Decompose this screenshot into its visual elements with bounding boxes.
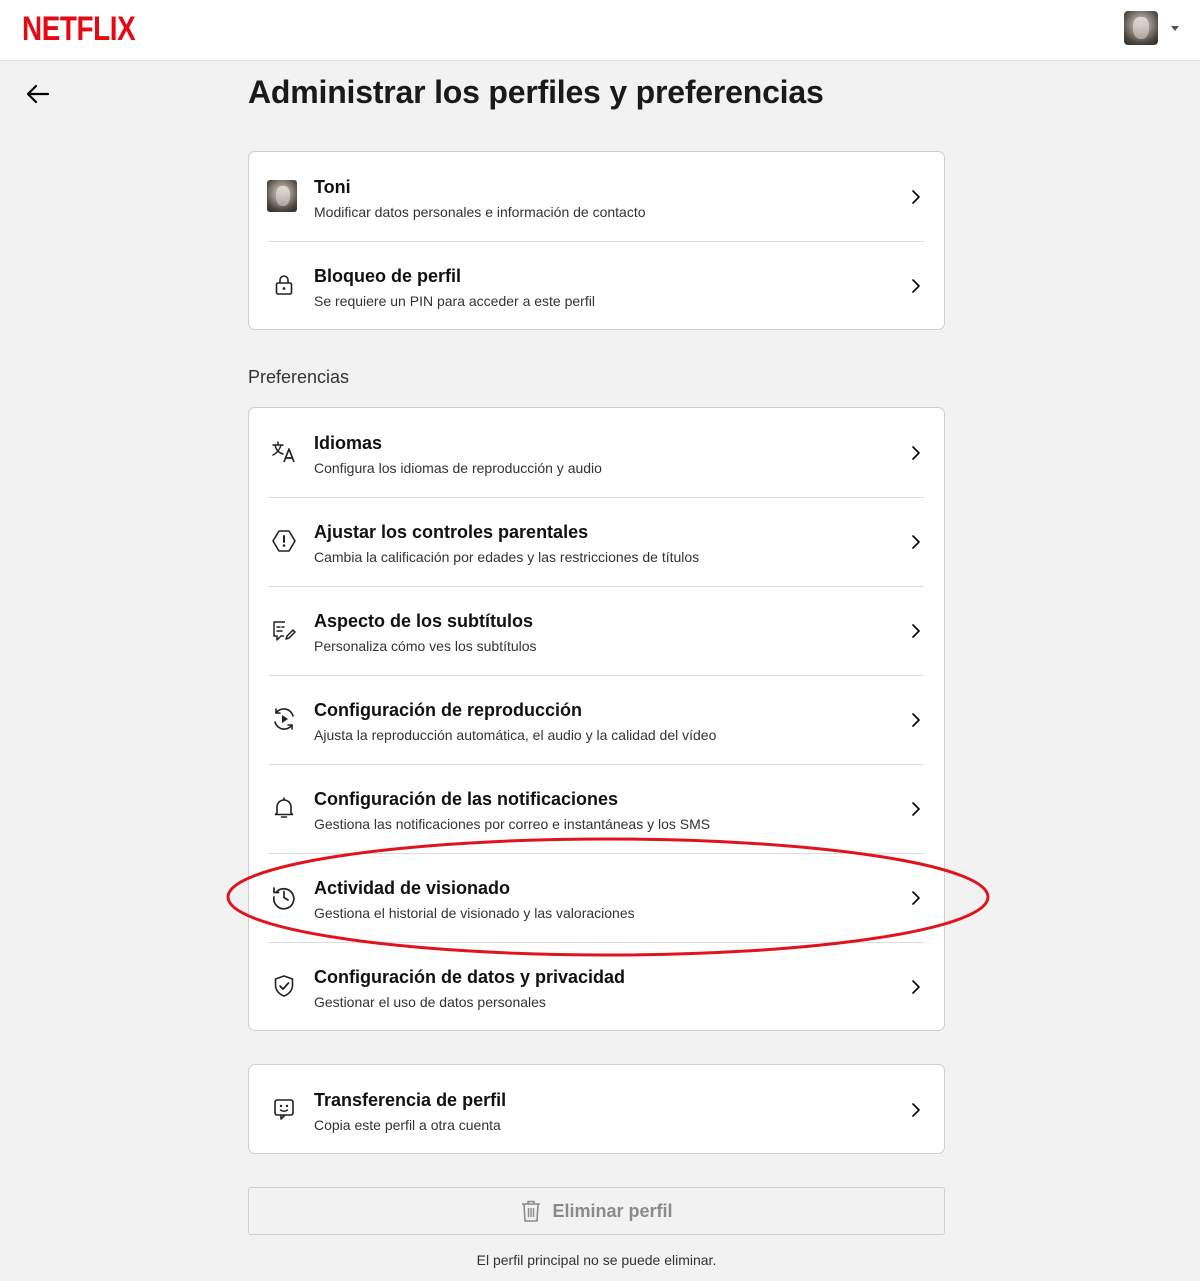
chevron-right-icon xyxy=(912,190,920,204)
row-title: Configuración de reproducción xyxy=(314,700,583,720)
row-subtitle: Cambia la calificación por edades y las … xyxy=(314,549,700,565)
row-subtitle: Gestionar el uso de datos personales xyxy=(314,994,546,1010)
row-title: Idiomas xyxy=(314,433,383,453)
row-title: Toni xyxy=(314,177,351,197)
delete-note: El perfil principal no se puede eliminar… xyxy=(476,1252,717,1268)
shield-check-icon xyxy=(269,971,299,1001)
transfer-card: Transferencia de perfil Copia este perfi… xyxy=(248,1064,945,1154)
profile-lock-row[interactable]: Bloqueo de perfil Se requiere un PIN par… xyxy=(249,241,944,330)
row-subtitle: Gestiona el historial de visionado y las… xyxy=(314,905,635,921)
profile-transfer-row[interactable]: Transferencia de perfil Copia este perfi… xyxy=(249,1065,944,1154)
history-icon xyxy=(269,882,299,912)
chevron-right-icon xyxy=(912,891,920,905)
profile-card: Toni Modificar datos personales e inform… xyxy=(248,151,945,330)
delete-profile-button[interactable]: Eliminar perfil xyxy=(248,1187,945,1235)
delete-profile-label: Eliminar perfil xyxy=(552,1200,673,1221)
row-title: Ajustar los controles parentales xyxy=(314,522,589,542)
avatar xyxy=(267,180,297,212)
preference-row-privacy[interactable]: Configuración de datos y privacidad Gest… xyxy=(249,942,944,1031)
preference-row-languages[interactable]: Idiomas Configura los idiomas de reprodu… xyxy=(249,408,944,497)
profile-row-toni[interactable]: Toni Modificar datos personales e inform… xyxy=(249,152,944,241)
row-title: Bloqueo de perfil xyxy=(314,266,462,286)
row-subtitle: Personaliza cómo ves los subtítulos xyxy=(314,638,537,654)
arrow-left-icon xyxy=(26,84,50,104)
top-navigation-bar: NETFLIX xyxy=(0,0,1200,61)
chevron-right-icon xyxy=(912,624,920,638)
row-subtitle: Ajusta la reproducción automática, el au… xyxy=(314,727,717,743)
preferences-section-label: Preferencias xyxy=(248,367,350,387)
chevron-right-icon xyxy=(912,802,920,816)
back-button[interactable] xyxy=(24,80,52,108)
row-subtitle: Gestiona las notificaciones por correo e… xyxy=(314,816,711,832)
row-subtitle: Copia este perfil a otra cuenta xyxy=(314,1117,501,1133)
row-subtitle: Se requiere un PIN para acceder a este p… xyxy=(314,293,595,309)
row-title: Configuración de las notificaciones xyxy=(314,789,619,809)
row-title: Actividad de visionado xyxy=(314,878,511,898)
avatar[interactable] xyxy=(1124,11,1158,45)
chevron-right-icon xyxy=(912,980,920,994)
chevron-right-icon xyxy=(912,713,920,727)
preference-row-subtitles[interactable]: Aspecto de los subtítulos Personaliza có… xyxy=(249,586,944,675)
bell-icon xyxy=(269,793,299,823)
row-subtitle: Configura los idiomas de reproducción y … xyxy=(314,460,602,476)
preference-row-playback[interactable]: Configuración de reproducción Ajusta la … xyxy=(249,675,944,764)
playback-icon xyxy=(269,704,299,734)
profile-avatar-icon xyxy=(267,180,297,212)
preference-row-viewing-activity[interactable]: Actividad de visionado Gestiona el histo… xyxy=(249,853,944,942)
page-title: Administrar los perfiles y preferencias xyxy=(248,74,824,110)
profile-transfer-icon xyxy=(269,1094,299,1124)
lock-icon xyxy=(269,270,299,300)
chevron-right-icon xyxy=(912,446,920,460)
subtitles-edit-icon xyxy=(269,615,299,645)
caret-down-icon[interactable] xyxy=(1171,25,1179,31)
profile-menu[interactable] xyxy=(1124,11,1184,45)
row-title: Aspecto de los subtítulos xyxy=(314,611,534,631)
chevron-right-icon xyxy=(912,1103,920,1117)
preference-row-notifications[interactable]: Configuración de las notificaciones Gest… xyxy=(249,764,944,853)
preference-row-parental-controls[interactable]: Ajustar los controles parentales Cambia … xyxy=(249,497,944,586)
row-subtitle: Modificar datos personales e información… xyxy=(314,204,646,220)
netflix-logo[interactable]: NETFLIX xyxy=(22,9,136,49)
warning-hexagon-icon xyxy=(269,526,299,556)
trash-icon xyxy=(522,1200,541,1222)
chevron-right-icon xyxy=(912,535,920,549)
chevron-right-icon xyxy=(912,279,920,293)
row-title: Configuración de datos y privacidad xyxy=(314,967,626,987)
translate-icon xyxy=(269,437,299,467)
row-title: Transferencia de perfil xyxy=(314,1090,507,1110)
preferences-card: Idiomas Configura los idiomas de reprodu… xyxy=(248,407,945,1031)
